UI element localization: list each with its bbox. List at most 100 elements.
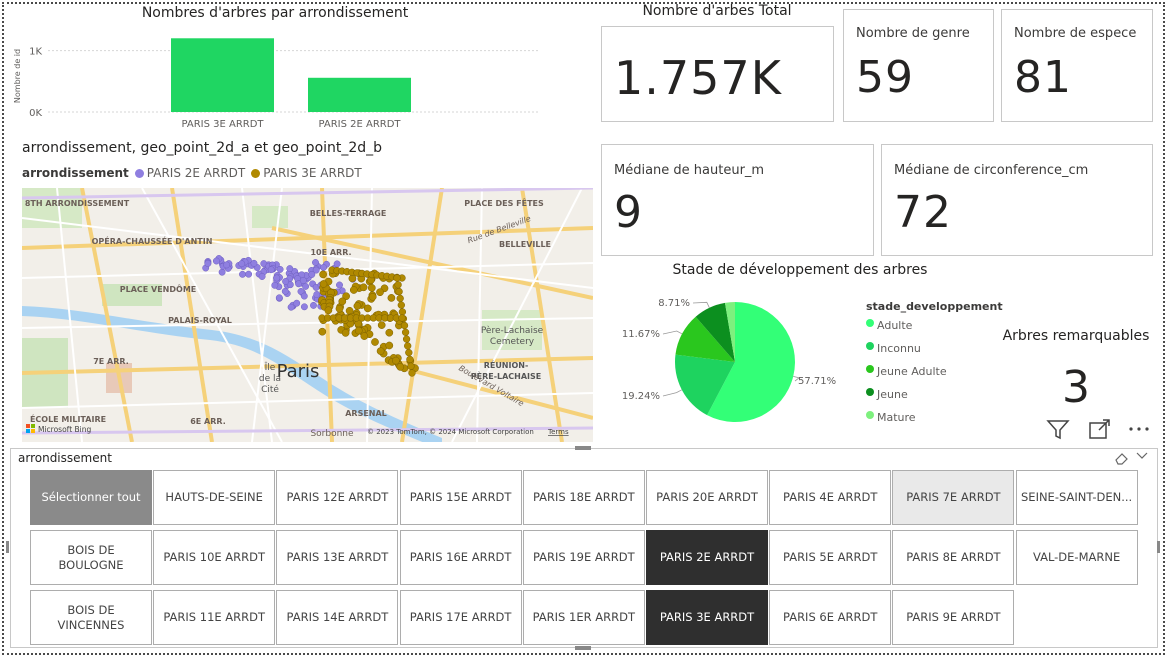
slicer-chip-paris-2e-arrdt[interactable]: PARIS 2E ARRDT: [646, 530, 768, 585]
focus-mode-icon[interactable]: [1088, 418, 1112, 440]
map-point-3e[interactable]: [395, 287, 403, 296]
map-point-2e[interactable]: [299, 277, 307, 284]
map-terms-link[interactable]: Terms: [547, 428, 569, 436]
map-point-2e[interactable]: [204, 260, 212, 267]
map-point-3e[interactable]: [324, 306, 333, 315]
chevron-down-icon[interactable]: [1136, 451, 1148, 461]
slicer-chip-paris-1er-arrdt[interactable]: PARIS 1ER ARRDT: [522, 590, 645, 645]
map-point-2e[interactable]: [300, 303, 308, 311]
map-point-3e[interactable]: [401, 328, 410, 336]
slicer-chip-paris-20e-arrdt[interactable]: PARIS 20E ARRDT: [646, 470, 768, 525]
map-point-2e[interactable]: [218, 268, 226, 276]
map-point-2e[interactable]: [293, 299, 301, 307]
map-point-2e[interactable]: [320, 264, 327, 271]
slicer-chip-paris-5e-arrdt[interactable]: PARIS 5E ARRDT: [769, 530, 892, 585]
map-point-3e[interactable]: [408, 369, 416, 377]
map-point-3e[interactable]: [363, 304, 372, 313]
map-point-3e[interactable]: [396, 294, 404, 303]
pie-legend-item[interactable]: Jeune: [866, 388, 1003, 411]
map-point-2e[interactable]: [300, 292, 308, 300]
pie-legend-item[interactable]: Adulte: [866, 319, 1003, 342]
map-point-3e[interactable]: [404, 342, 412, 350]
map-point-2e[interactable]: [250, 259, 258, 267]
map-point-2e[interactable]: [273, 274, 281, 282]
map-point-3e[interactable]: [392, 356, 400, 365]
more-options-icon[interactable]: [1126, 418, 1152, 440]
map-legend-item-2e[interactable]: PARIS 2E ARRDT: [134, 166, 245, 180]
slicer-chip-paris-17e-arrdt[interactable]: PARIS 17E ARRDT: [399, 590, 522, 645]
slicer-chip-val-de-marne[interactable]: VAL-DE-MARNE: [1015, 530, 1138, 585]
slicer-chip-hauts-de-seine[interactable]: HAUTS-DE-SEINE: [153, 470, 276, 525]
map-point-2e[interactable]: [239, 270, 246, 278]
map-point-2e[interactable]: [212, 257, 220, 265]
map-point-2e[interactable]: [308, 271, 316, 278]
resize-handle[interactable]: [6, 541, 9, 553]
filter-icon[interactable]: [1046, 418, 1070, 440]
map-point-3e[interactable]: [397, 301, 405, 309]
map-point-3e[interactable]: [338, 297, 347, 306]
resize-handle[interactable]: [1157, 541, 1160, 553]
map-point-3e[interactable]: [385, 328, 394, 337]
map-point-3e[interactable]: [354, 326, 363, 335]
map-point-2e[interactable]: [287, 303, 295, 311]
slicer-chip-paris-15e-arrdt[interactable]: PARIS 15E ARRDT: [399, 470, 522, 525]
pie-legend-item[interactable]: Jeune Adulte: [866, 365, 1003, 388]
map-point-2e[interactable]: [223, 261, 231, 269]
bar-2[interactable]: [308, 77, 411, 112]
map-point-3e[interactable]: [406, 355, 414, 364]
map-point-3e[interactable]: [318, 327, 327, 336]
pie-legend-item[interactable]: Inconnu: [866, 342, 1003, 365]
map-point-2e[interactable]: [336, 281, 343, 289]
map-point-2e[interactable]: [313, 291, 321, 298]
map-point-2e[interactable]: [312, 259, 319, 266]
map-point-3e[interactable]: [376, 347, 385, 355]
slicer-chip-paris-7e-arrdt[interactable]: PARIS 7E ARRDT: [892, 470, 1015, 525]
map-point-2e[interactable]: [286, 265, 294, 273]
map-point-3e[interactable]: [359, 283, 368, 292]
slicer-chip-paris-18e-arrdt[interactable]: PARIS 18E ARRDT: [522, 470, 645, 525]
map-point-3e[interactable]: [393, 274, 401, 282]
map-point-2e[interactable]: [276, 265, 284, 273]
pie-chart[interactable]: 57.71% 19.24% 11.67% 8.71%: [600, 282, 862, 442]
map-point-3e[interactable]: [402, 335, 411, 343]
map-point-3e[interactable]: [349, 286, 358, 294]
map-point-2e[interactable]: [282, 278, 290, 285]
map-point-3e[interactable]: [371, 338, 379, 346]
slicer-chip-seine-saint-den[interactable]: SEINE-SAINT-DEN...: [1015, 470, 1138, 525]
card-espece[interactable]: Nombre de espece 81: [1001, 9, 1153, 122]
map-point-2e[interactable]: [245, 270, 253, 278]
resize-handle[interactable]: [575, 646, 591, 650]
slicer-chip-paris-4e-arrdt[interactable]: PARIS 4E ARRDT: [769, 470, 892, 525]
pie-slices[interactable]: [675, 302, 795, 422]
pie-legend-item[interactable]: Mature: [866, 411, 1003, 434]
slicer-chip-paris-3e-arrdt[interactable]: PARIS 3E ARRDT: [646, 590, 768, 645]
card-genre[interactable]: Nombre de genre 59: [843, 9, 994, 122]
map-point-3e[interactable]: [396, 363, 405, 371]
map-point-3e[interactable]: [335, 304, 344, 313]
map-point-2e[interactable]: [333, 260, 341, 268]
slicer-chip-paris-11e-arrdt[interactable]: PARIS 11E ARRDT: [153, 590, 276, 645]
slicer-chip-paris-14e-arrdt[interactable]: PARIS 14E ARRDT: [276, 590, 399, 645]
map-point-2e[interactable]: [281, 287, 289, 295]
map-point-3e[interactable]: [407, 362, 415, 370]
map-point-3e[interactable]: [341, 329, 350, 337]
map-point-3e[interactable]: [377, 321, 386, 329]
slicer-chip-paris-6e-arrdt[interactable]: PARIS 6E ARRDT: [769, 590, 892, 645]
map-visual[interactable]: 8TH ARRONDISSEMENT OPÉRA-CHAUSSÉE D'ANTIN…: [22, 188, 593, 442]
map-point-2e[interactable]: [267, 266, 275, 274]
slicer-chip-bois-de-boulogne[interactable]: BOIS DE BOULOGNE: [30, 530, 152, 585]
slicer-chip-s-lectionner-tout[interactable]: Sélectionner tout: [30, 470, 152, 525]
map-point-2e[interactable]: [310, 301, 317, 309]
map-point-3e[interactable]: [398, 314, 406, 322]
map-point-2e[interactable]: [275, 294, 283, 302]
bar-1[interactable]: [171, 38, 274, 112]
map-point-3e[interactable]: [319, 270, 327, 279]
slicer-chip-paris-19e-arrdt[interactable]: PARIS 19E ARRDT: [522, 530, 645, 585]
map-point-2e[interactable]: [271, 281, 279, 289]
card-hauteur[interactable]: Médiane de hauteur_m 9: [601, 144, 874, 256]
resize-handle[interactable]: [575, 446, 591, 450]
slicer-chip-paris-10e-arrdt[interactable]: PARIS 10E ARRDT: [153, 530, 276, 585]
map-point-3e[interactable]: [368, 292, 377, 301]
slicer-chip-paris-8e-arrdt[interactable]: PARIS 8E ARRDT: [892, 530, 1015, 585]
eraser-icon[interactable]: [1114, 451, 1130, 465]
